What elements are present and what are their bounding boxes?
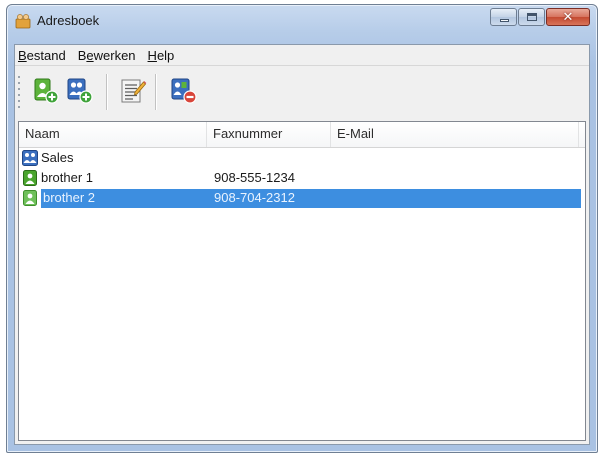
list-header: Naam Faxnummer E-Mail [19, 122, 585, 148]
menu-bewerken[interactable]: Bewerken [74, 48, 144, 63]
address-book-window: Adresboek ✕ Bestand Bewerken Help Naam F… [6, 4, 598, 453]
toolbar [15, 66, 589, 118]
maximize-icon [527, 13, 537, 21]
contact-name: Sales [41, 150, 74, 165]
menu-bewerken-mnemonic: e [86, 47, 94, 63]
contact-fax: 908-555-1234 [214, 170, 295, 185]
menu-bewerken-label: werken [93, 47, 136, 63]
list-item[interactable]: brother 1 908-555-1234 [19, 168, 585, 188]
group-icon [22, 150, 38, 166]
close-button[interactable]: ✕ [546, 8, 590, 26]
toolbar-separator [155, 74, 156, 110]
menu-help-mnemonic: H [147, 47, 157, 63]
menu-help[interactable]: Help [144, 48, 183, 63]
contact-icon [23, 170, 37, 186]
delete-contact-icon [183, 90, 197, 104]
menu-bestand[interactable]: Bestand [15, 48, 74, 63]
window-title: Adresboek [37, 13, 100, 28]
column-header-email[interactable]: E-Mail [331, 122, 579, 147]
menu-bestand-label: estand [26, 47, 66, 63]
menu-bestand-mnemonic: B [18, 47, 27, 63]
address-book-app-icon [15, 14, 31, 29]
toolbar-separator [106, 74, 107, 110]
contact-icon [23, 190, 37, 206]
maximize-button[interactable] [518, 8, 545, 26]
minimize-button[interactable] [490, 8, 517, 26]
list-rows: Sales brother 1 908-555-1234 brother 2 9… [19, 148, 585, 208]
close-icon: ✕ [562, 9, 574, 24]
selection-highlight [41, 189, 581, 208]
contact-name: brother 1 [41, 170, 94, 185]
add-group-icon [79, 90, 93, 104]
contact-name: brother 2 [43, 190, 96, 205]
column-header-name[interactable]: Naam [19, 122, 207, 147]
title-bar[interactable]: Adresboek ✕ [7, 5, 597, 35]
menu-help-label: elp [156, 47, 175, 63]
delete-button[interactable] [170, 77, 198, 105]
column-header-fax[interactable]: Faxnummer [207, 122, 331, 147]
contact-fax: 908-704-2312 [214, 190, 295, 205]
list-item[interactable]: Sales [19, 148, 585, 168]
address-list[interactable]: Naam Faxnummer E-Mail Sales brother 1 90… [18, 121, 586, 441]
add-contact-icon [45, 90, 59, 104]
add-contact-button[interactable] [32, 77, 60, 105]
add-group-button[interactable] [66, 77, 94, 105]
edit-button[interactable] [119, 77, 147, 105]
menu-bar: Bestand Bewerken Help [15, 45, 589, 66]
minimize-icon [500, 19, 509, 22]
toolbar-grip-icon[interactable] [18, 74, 21, 110]
client-area: Bestand Bewerken Help Naam Faxnummer E-M… [14, 44, 590, 445]
list-item-selected[interactable]: brother 2 908-704-2312 [19, 188, 585, 208]
